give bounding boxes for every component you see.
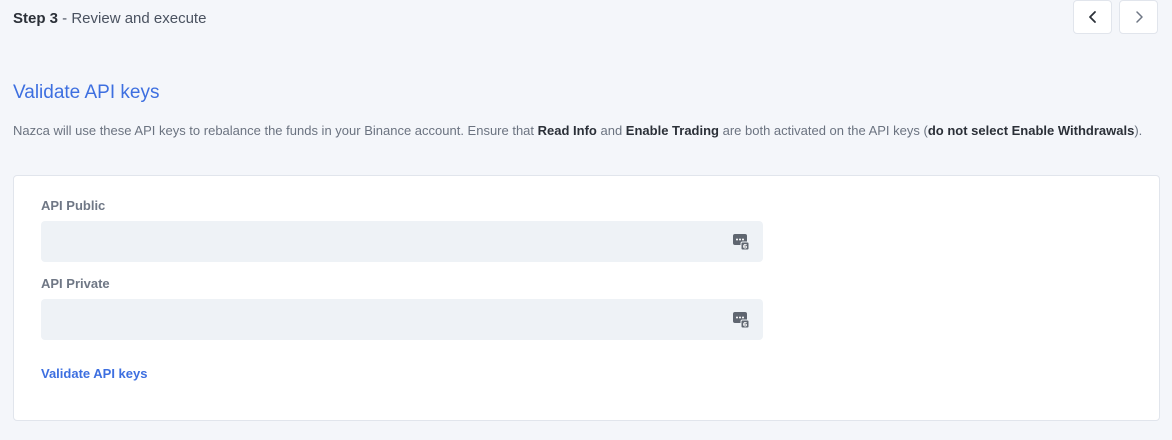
validate-api-keys-link[interactable]: Validate API keys (41, 366, 147, 381)
description-text-4: ). (1134, 123, 1143, 138)
api-keys-card: API Public 6 API Private 6 Validate API … (13, 175, 1160, 421)
chevron-left-icon (1088, 11, 1096, 23)
enable-trading-text: Enable Trading (625, 123, 719, 138)
api-public-field-wrapper: 6 (41, 221, 763, 262)
description-text-3: are both activated on the API keys ( (718, 123, 928, 138)
svg-text:6: 6 (743, 243, 748, 251)
password-manager-icon[interactable]: 6 (733, 233, 749, 250)
api-private-label: API Private (41, 276, 110, 291)
description-text-1: Nazca will use these API keys to rebalan… (13, 123, 538, 138)
step-number: Step 3 (13, 10, 59, 27)
password-manager-icon[interactable]: 6 (733, 311, 749, 328)
description-text-2: and (596, 123, 626, 138)
api-private-field-wrapper: 6 (41, 299, 763, 340)
api-private-input[interactable] (41, 299, 763, 340)
read-info-text: Read Info (537, 123, 597, 138)
api-public-label: API Public (41, 198, 106, 213)
page: Step 3 - Review and execute Validate API… (0, 0, 1172, 440)
step-title: - Review and execute (58, 10, 207, 27)
previous-button[interactable] (1073, 0, 1112, 34)
api-public-input[interactable] (41, 221, 763, 262)
section-description: Nazca will use these API keys to rebalan… (13, 120, 1143, 141)
section-title: Validate API keys (13, 82, 160, 103)
chevron-right-icon (1135, 11, 1143, 23)
next-button[interactable] (1119, 0, 1158, 34)
step-header: Step 3 - Review and execute (13, 10, 206, 27)
withdrawals-warning-text: do not select Enable Withdrawals (927, 123, 1135, 138)
svg-text:6: 6 (743, 321, 748, 329)
